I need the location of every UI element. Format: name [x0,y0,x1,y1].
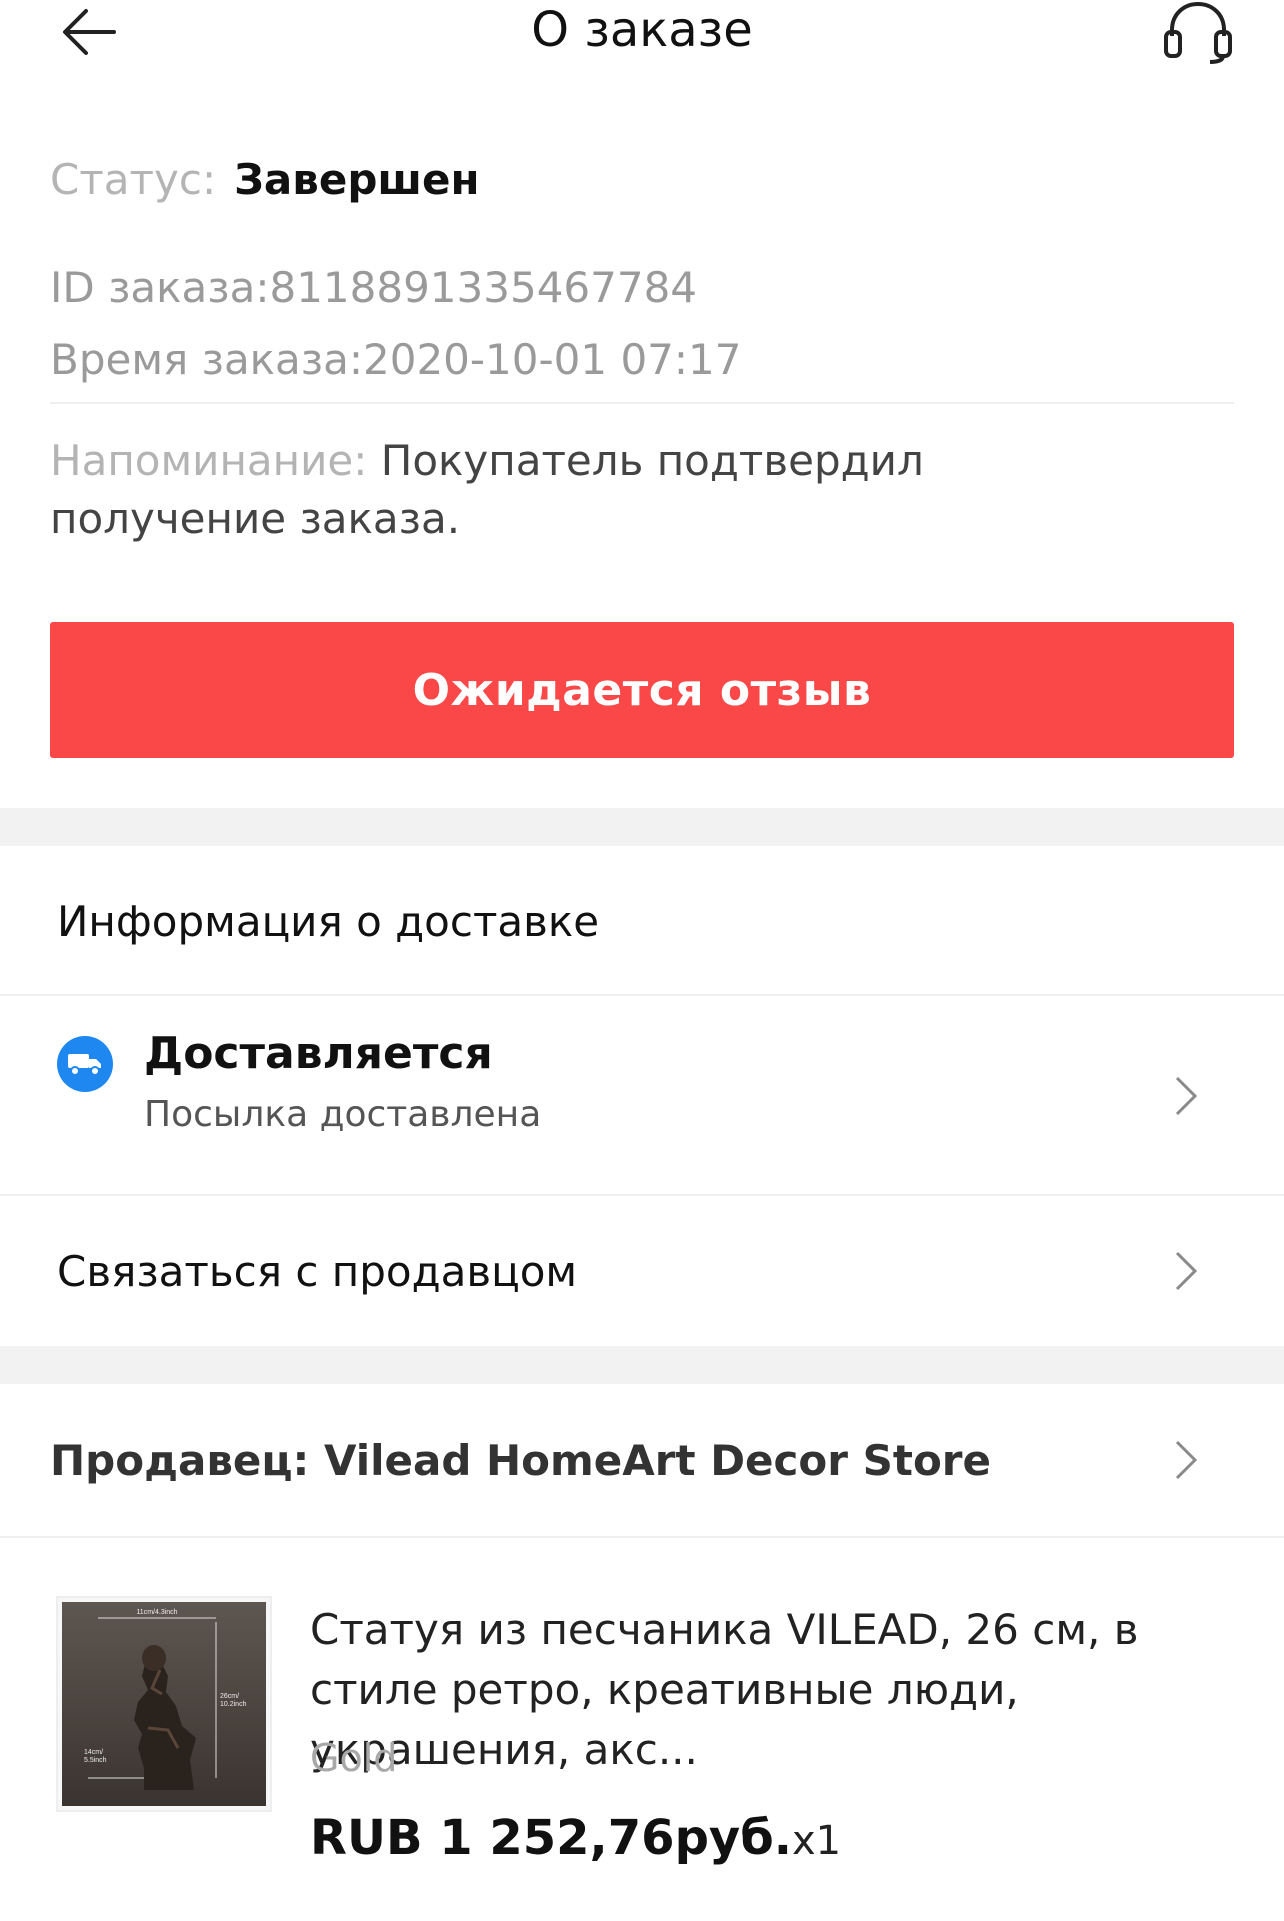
svg-text:10.2inch: 10.2inch [220,1701,247,1708]
order-meta: ID заказа:8118891335467784 Время заказа:… [50,262,741,406]
section-gap [0,808,1284,846]
divider [0,1536,1284,1538]
status-value: Завершен [234,155,480,204]
delivery-section-header: Информация о доставке [0,846,1284,996]
product-title[interactable]: Статуя из песчаника VILEAD, 26 см, в сти… [310,1600,1240,1780]
order-status: Статус: Завершен [50,154,1234,206]
seller-name: Продавец: Vilead HomeArt Decor Store [50,1435,992,1485]
app-header: О заказе [0,0,1284,84]
contact-seller-label: Связаться с продавцом [57,1246,578,1296]
product-price: RUB 1 252,76руб. [310,1810,792,1866]
delivery-status-title: Доставляется [144,1028,493,1079]
order-reminder: Напоминание: Покупатель подтвердил получ… [50,432,1050,548]
delivery-section-title: Информация о доставке [57,896,600,946]
chevron-right-icon [1168,1247,1204,1295]
order-time: Время заказа:2020-10-01 07:17 [50,335,742,384]
svg-text:14cm/: 14cm/ [84,1749,103,1756]
dim-top-label: 11cm/4.3inch [136,1609,177,1616]
product-variant: Gold [310,1736,398,1780]
delivery-status-row[interactable]: Доставляется Посылка доставлена [0,996,1284,1196]
page-title: О заказе [531,2,753,58]
reminder-label: Напоминание: [50,436,368,485]
headset-icon [1164,2,1232,64]
status-label: Статус: [50,155,217,204]
delivery-status-subtitle: Посылка доставлена [144,1094,542,1135]
section-gap [0,1346,1284,1384]
truck-icon [57,1036,113,1092]
svg-text:26cm/: 26cm/ [220,1693,239,1700]
order-id: ID заказа:8118891335467784 [50,263,698,312]
svg-text:5.5inch: 5.5inch [84,1757,107,1764]
support-button[interactable] [1158,0,1238,66]
seller-row[interactable]: Продавец: Vilead HomeArt Decor Store [0,1384,1284,1536]
chevron-right-icon [1168,1072,1204,1120]
product-quantity: x1 [791,1818,842,1864]
chevron-right-icon [1168,1436,1204,1484]
product-price-row: RUB 1 252,76руб.x1 [310,1810,841,1866]
product-image[interactable]: 11cm/4.3inch 26cm/ 10.2inch 14cm/ 5.5inc… [56,1596,272,1812]
divider [50,402,1234,404]
contact-seller-row[interactable]: Связаться с продавцом [0,1196,1284,1346]
review-pending-button[interactable]: Ожидается отзыв [50,622,1234,758]
